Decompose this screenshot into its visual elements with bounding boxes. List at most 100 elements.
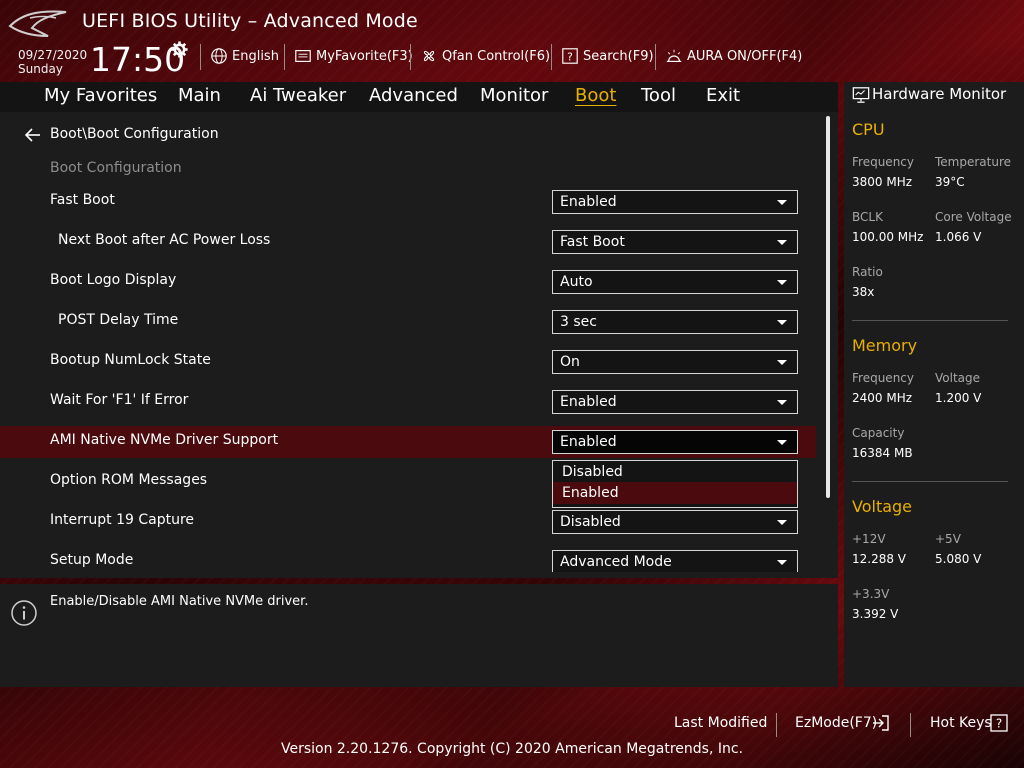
boot-logo-select[interactable]: Auto	[552, 270, 798, 294]
tab-my-favorites[interactable]: My Favorites	[44, 84, 157, 108]
monitor-divider	[852, 481, 1008, 482]
setup-mode-select[interactable]: Advanced Mode	[552, 550, 798, 572]
search-help-icon: ?	[562, 48, 578, 64]
memory-heading: Memory	[852, 336, 918, 355]
v33-label: +3.3V	[852, 587, 890, 601]
dropdown-option-enabled[interactable]: Enabled	[553, 482, 797, 504]
tab-main[interactable]: Main	[178, 84, 221, 108]
hardware-monitor-title: Hardware Monitor	[872, 85, 1007, 103]
voltage-heading: Voltage	[852, 497, 913, 516]
v12-value: 12.288 V	[852, 552, 907, 566]
int19-select[interactable]: Disabled	[552, 510, 798, 534]
select-value: On	[560, 354, 580, 370]
setting-label-int19: Interrupt 19 Capture	[50, 512, 194, 528]
toolbar-divider	[284, 44, 285, 70]
ezmode-button[interactable]: EzMode(F7)	[795, 715, 877, 731]
date-text: 09/27/2020	[18, 48, 88, 62]
globe-icon	[211, 48, 227, 64]
cpu-frequency-value: 3800 MHz	[852, 175, 913, 189]
numlock-select[interactable]: On	[552, 350, 798, 374]
caret-down-icon	[777, 560, 787, 565]
help-question-icon[interactable]: ?	[990, 714, 1008, 732]
setting-label-wait-f1: Wait For 'F1' If Error	[50, 392, 189, 408]
tab-boot[interactable]: Boot	[575, 84, 616, 108]
next-boot-ac-loss-select[interactable]: Fast Boot	[552, 230, 798, 254]
toolbar-divider	[410, 44, 411, 70]
caret-down-icon	[777, 440, 787, 445]
select-value: Disabled	[560, 514, 621, 530]
aura-light-icon	[666, 49, 682, 62]
setting-label-setup-mode: Setup Mode	[50, 552, 134, 568]
select-value: Fast Boot	[560, 234, 625, 250]
footer-divider	[776, 713, 777, 737]
memory-capacity-value: 16384 MB	[852, 446, 913, 460]
toolbar-divider	[655, 44, 656, 70]
ratio-value: 38x	[852, 285, 875, 299]
toolbar-divider	[200, 44, 201, 70]
cpu-temperature-value: 39°C	[935, 175, 965, 189]
tab-exit[interactable]: Exit	[706, 84, 740, 108]
caret-down-icon	[777, 200, 787, 205]
select-value: 3 sec	[560, 314, 597, 330]
select-value: Advanced Mode	[560, 554, 672, 570]
myfavorite-button[interactable]: MyFavorite(F3)	[294, 45, 413, 67]
fast-boot-select[interactable]: Enabled	[552, 190, 798, 214]
setting-label-post-delay: POST Delay Time	[58, 312, 179, 328]
scrollbar[interactable]	[826, 116, 830, 498]
exit-arrow-icon[interactable]	[872, 714, 890, 732]
tab-advanced[interactable]: Advanced	[369, 84, 458, 108]
day-text: Sunday	[18, 62, 63, 76]
setting-label-boot-logo: Boot Logo Display	[50, 272, 177, 288]
hotkeys-button[interactable]: Hot Keys	[930, 715, 992, 731]
gear-icon[interactable]	[171, 41, 188, 58]
rog-logo-icon	[8, 10, 67, 37]
caret-down-icon	[777, 520, 787, 525]
cpu-frequency-label: Frequency	[852, 155, 914, 169]
bclk-value: 100.00 MHz	[852, 230, 924, 244]
caret-down-icon	[777, 400, 787, 405]
last-modified-button[interactable]: Last Modified	[674, 715, 767, 731]
language-button[interactable]: English	[210, 45, 279, 67]
section-title: Boot Configuration	[50, 160, 182, 176]
wait-f1-select[interactable]: Enabled	[552, 390, 798, 414]
caret-down-icon	[777, 360, 787, 365]
core-voltage-label: Core Voltage	[935, 210, 1012, 224]
tab-ai-tweaker[interactable]: Ai Tweaker	[250, 84, 346, 108]
nvme-dropdown-list: Disabled Enabled	[552, 460, 798, 508]
nvme-driver-select[interactable]: Enabled	[552, 430, 798, 454]
aura-button[interactable]: AURA ON/OFF(F4)	[665, 45, 802, 67]
info-icon	[11, 600, 37, 626]
svg-text:?: ?	[996, 717, 1002, 731]
setting-label-numlock: Bootup NumLock State	[50, 352, 211, 368]
tab-monitor[interactable]: Monitor	[480, 84, 548, 108]
select-value: Enabled	[560, 194, 617, 210]
qfan-label: Qfan Control(F6)	[442, 48, 551, 64]
copyright-text: Version 2.20.1276. Copyright (C) 2020 Am…	[280, 741, 744, 757]
caret-down-icon	[777, 280, 787, 285]
search-button[interactable]: ? Search(F9)	[561, 45, 654, 67]
v12-label: +12V	[852, 532, 886, 546]
search-label: Search(F9)	[583, 48, 654, 64]
help-text: Enable/Disable AMI Native NVMe driver.	[50, 594, 309, 609]
post-delay-select[interactable]: 3 sec	[552, 310, 798, 334]
date-display: 09/27/2020 Sunday	[18, 48, 87, 76]
bclk-label: BCLK	[852, 210, 883, 224]
v5-label: +5V	[935, 532, 961, 546]
core-voltage-value: 1.066 V	[935, 230, 982, 244]
language-label: English	[232, 48, 279, 64]
dropdown-option-disabled[interactable]: Disabled	[553, 461, 797, 483]
qfan-button[interactable]: Qfan Control(F6)	[420, 45, 550, 67]
toolbar-divider	[551, 44, 552, 70]
tab-tool[interactable]: Tool	[641, 84, 676, 108]
setting-label-fast-boot: Fast Boot	[50, 192, 115, 208]
myfavorite-label: MyFavorite(F3)	[316, 48, 413, 64]
select-value: Auto	[560, 274, 593, 290]
v5-value: 5.080 V	[935, 552, 982, 566]
back-arrow-icon[interactable]	[24, 127, 42, 143]
memory-capacity-label: Capacity	[852, 426, 905, 440]
fan-icon	[423, 50, 435, 62]
svg-text:?: ?	[567, 51, 573, 64]
setting-label-next-boot-ac-loss: Next Boot after AC Power Loss	[58, 232, 271, 248]
app-title: UEFI BIOS Utility – Advanced Mode	[82, 10, 418, 32]
cpu-temperature-label: Temperature	[935, 155, 1012, 169]
